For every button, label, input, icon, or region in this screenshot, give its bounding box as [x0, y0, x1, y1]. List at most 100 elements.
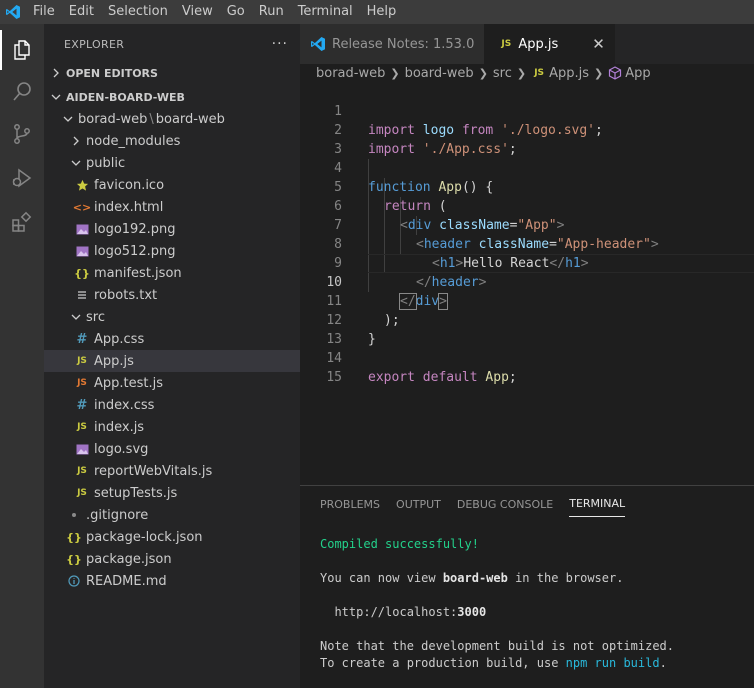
explorer-icon[interactable] [0, 30, 44, 70]
tree-file[interactable]: <> index.html [44, 196, 300, 218]
tab-release-notes[interactable]: Release Notes: 1.53.0 [300, 24, 485, 64]
tab-output[interactable]: OUTPUT [396, 492, 441, 517]
tab-app-js[interactable]: JS App.js ✕ [484, 24, 615, 64]
source-control-icon[interactable] [0, 114, 44, 154]
code-line: 12 } [300, 292, 754, 347]
svg-icon [74, 441, 90, 457]
chevron-right-icon [48, 65, 64, 81]
vscode-icon [310, 36, 326, 52]
tree-folder-public[interactable]: public [44, 152, 300, 174]
menu-go[interactable]: Go [220, 0, 252, 24]
breadcrumb-item[interactable]: src [493, 66, 512, 81]
tree-file[interactable]: logo512.png [44, 240, 300, 262]
menu-terminal[interactable]: Terminal [291, 0, 360, 24]
file-label: robots.txt [94, 287, 158, 303]
breadcrumb-item[interactable]: App.js [549, 66, 589, 81]
tree-file[interactable]: favicon.ico [44, 174, 300, 196]
terminal-line: You can now view board-web in the browse… [320, 571, 624, 585]
tree-folder-src[interactable]: src [44, 306, 300, 328]
code-line: 13 [300, 311, 754, 347]
extensions-icon[interactable] [0, 202, 44, 242]
breadcrumb-item[interactable]: borad-web [316, 66, 385, 81]
json-icon: {} [66, 552, 82, 566]
menu-selection[interactable]: Selection [101, 0, 175, 24]
image-icon [74, 221, 90, 237]
terminal-line: Note that the development build is not o… [320, 639, 675, 653]
menu-bar: File Edit Selection View Go Run Terminal… [0, 0, 754, 24]
menu-run[interactable]: Run [252, 0, 291, 24]
file-label: logo512.png [94, 243, 176, 259]
folder-label: node_modules [86, 133, 181, 149]
workspace-section[interactable]: AIDEN-BOARD-WEB [44, 86, 300, 108]
file-label: setupTests.js [94, 485, 178, 501]
code-line: 4 function App() { [300, 140, 754, 195]
tree-file[interactable]: # index.css [44, 394, 300, 416]
tree-file[interactable]: {} manifest.json [44, 262, 300, 284]
tab-terminal[interactable]: TERMINAL [569, 491, 626, 517]
breadcrumb-item[interactable]: board-web [405, 66, 474, 81]
tree-file[interactable]: JS reportWebVitals.js [44, 460, 300, 482]
editor-tabs: Release Notes: 1.53.0 JS App.js ✕ [300, 24, 754, 64]
close-icon[interactable]: ✕ [592, 35, 605, 53]
tree-file[interactable]: JS setupTests.js [44, 482, 300, 504]
terminal-line: To create a production build, use npm ru… [320, 656, 667, 670]
tree-file-selected[interactable]: JS App.js [44, 350, 300, 372]
image-icon [74, 243, 90, 259]
file-label: README.md [86, 573, 167, 589]
code-line: 1 import logo from './logo.svg'; [300, 83, 754, 138]
file-label: .gitignore [86, 507, 149, 523]
file-label: logo192.png [94, 221, 176, 237]
menu-edit[interactable]: Edit [62, 0, 101, 24]
tree-file[interactable]: # App.css [44, 328, 300, 350]
info-icon [66, 573, 82, 589]
breadcrumb-item[interactable]: App [625, 66, 650, 81]
code-text: export default App; [368, 370, 517, 385]
code-line: 6 <div className="App"> [300, 178, 754, 233]
chevron-right-icon [68, 133, 84, 149]
explorer-sidebar: EXPLORER ··· OPEN EDITORS AIDEN-BOARD-WE… [44, 24, 300, 688]
tab-label: App.js [518, 36, 559, 52]
more-actions-icon[interactable]: ··· [272, 36, 288, 52]
tree-file[interactable]: logo.svg [44, 438, 300, 460]
folder-label: src [86, 309, 105, 325]
tree-folder-node-modules[interactable]: node_modules [44, 130, 300, 152]
bottom-panel: PROBLEMS OUTPUT DEBUG CONSOLE TERMINAL C… [300, 485, 754, 688]
tree-file[interactable]: README.md [44, 570, 300, 592]
code-line: 9 </header> [300, 235, 754, 290]
tree-file[interactable]: .gitignore [44, 504, 300, 526]
tree-file[interactable]: {} package-lock.json [44, 526, 300, 548]
code-line: 2 import './App.css'; [300, 102, 754, 157]
terminal-line: http://localhost:3000 [320, 605, 487, 619]
workspace-label: AIDEN-BOARD-WEB [66, 90, 185, 104]
js-icon: JS [534, 68, 545, 78]
tree-file[interactable]: JS index.js [44, 416, 300, 438]
js-icon: JS [77, 422, 87, 432]
tree-folder-root[interactable]: borad-web \ board-web [44, 108, 300, 130]
code-line-current: 10 </div> [300, 254, 754, 310]
open-editors-section[interactable]: OPEN EDITORS [44, 62, 300, 84]
menu-view[interactable]: View [175, 0, 220, 24]
css-icon: # [76, 331, 88, 347]
js-icon: JS [501, 39, 512, 49]
js-icon: JS [77, 488, 87, 498]
text-file-icon [74, 287, 90, 303]
code-line: 15 [300, 349, 754, 385]
search-icon[interactable] [0, 72, 44, 112]
chevron-down-icon [48, 89, 64, 105]
tree-file[interactable]: {} package.json [44, 548, 300, 570]
tab-problems[interactable]: PROBLEMS [320, 492, 380, 517]
code-line: 5 return ( [300, 159, 754, 214]
html-icon: <> [72, 200, 92, 214]
tree-file[interactable]: robots.txt [44, 284, 300, 306]
tree-file[interactable]: JS App.test.js [44, 372, 300, 394]
menu-help[interactable]: Help [360, 0, 404, 24]
file-label: index.html [94, 199, 164, 215]
file-label: package-lock.json [86, 529, 203, 545]
run-debug-icon[interactable] [0, 158, 44, 198]
code-editor[interactable]: 1 import logo from './logo.svg'; 2 impor… [300, 83, 754, 483]
tab-debug-console[interactable]: DEBUG CONSOLE [457, 492, 553, 517]
code-line: 7 <header className="App-header"> [300, 197, 754, 252]
code-line: 3 [300, 121, 754, 157]
menu-file[interactable]: File [26, 0, 62, 24]
tree-file[interactable]: logo192.png [44, 218, 300, 240]
